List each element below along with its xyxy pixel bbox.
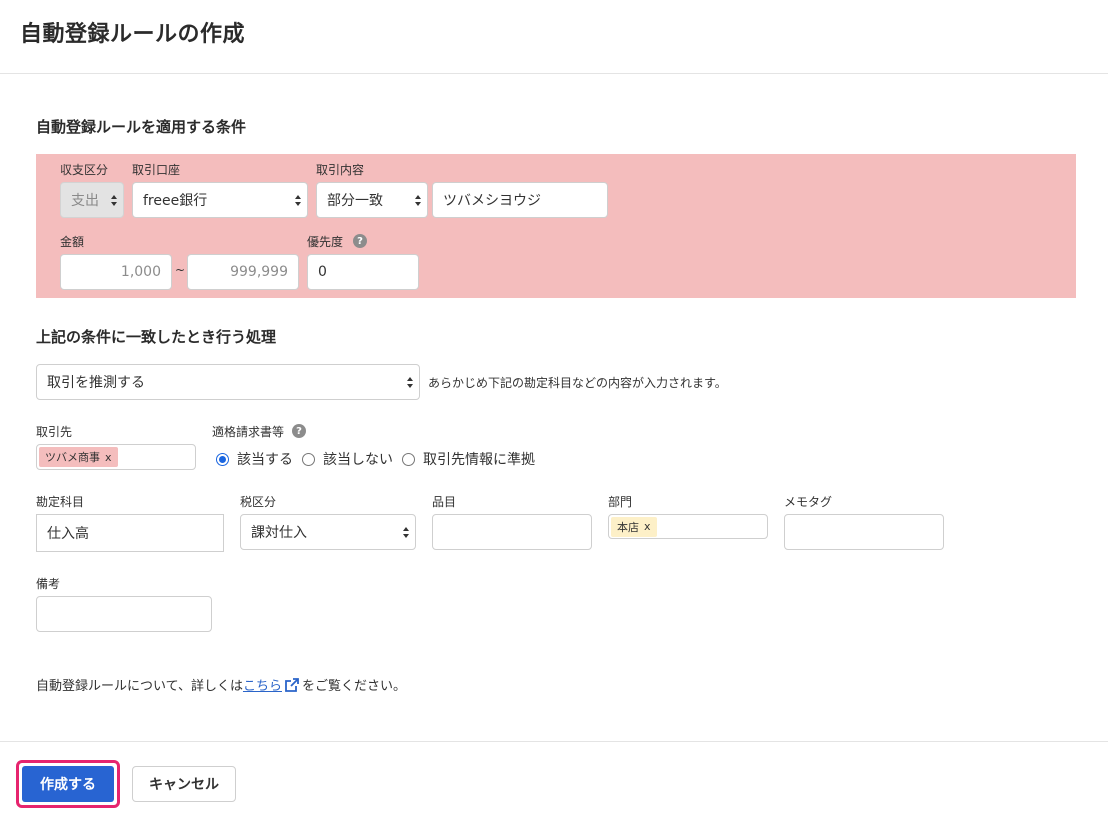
section-tag-remove[interactable]: x xyxy=(644,520,651,533)
invoice-option-partner-info[interactable]: 取引先情報に準拠 xyxy=(402,449,535,469)
partner-input[interactable]: ツバメ商事 x xyxy=(36,444,196,470)
radio-checked-icon[interactable] xyxy=(216,452,229,466)
match-type-select[interactable]: 部分一致 xyxy=(316,182,428,218)
amount-max-input[interactable]: 999,999 xyxy=(187,254,299,290)
income-type-select: 支出 xyxy=(60,182,124,218)
account-item-value: 仕入高 xyxy=(47,526,89,542)
tax-select[interactable]: 課対仕入 xyxy=(240,514,416,550)
conditions-section-title: 自動登録ルールを適用する条件 xyxy=(36,118,247,136)
radio-icon[interactable] xyxy=(302,452,315,466)
account-item-label: 勘定科目 xyxy=(36,495,85,509)
invoice-option-not-applicable[interactable]: 該当しない xyxy=(302,449,393,469)
cancel-button[interactable]: キャンセル xyxy=(132,766,236,802)
memo-tag-label: メモタグ xyxy=(784,495,833,509)
amount-min-value: 1,000 xyxy=(120,264,161,280)
process-value: 取引を推測する xyxy=(47,375,145,391)
section-input[interactable]: 本店 x xyxy=(608,514,768,539)
invoice-option-label: 該当しない xyxy=(323,452,393,468)
footer-divider xyxy=(0,741,1108,742)
section-tag: 本店 x xyxy=(611,516,657,537)
help-info: 自動登録ルールについて、詳しくは こちら をご覧ください。 xyxy=(36,675,406,694)
invoice-help-icon[interactable]: ? xyxy=(292,424,306,438)
section-label: 部門 xyxy=(608,495,633,509)
amount-separator: ~ xyxy=(175,263,186,277)
priority-value: 0 xyxy=(318,264,327,280)
radio-icon[interactable] xyxy=(402,452,415,466)
description-label: 取引内容 xyxy=(316,163,365,177)
tax-label: 税区分 xyxy=(240,495,277,509)
partner-tag: ツバメ商事 x xyxy=(39,447,118,467)
account-item-input[interactable]: 仕入高 xyxy=(36,514,224,552)
account-value: freee銀行 xyxy=(143,193,208,209)
help-link[interactable]: こちら xyxy=(243,675,282,694)
process-select[interactable]: 取引を推測する xyxy=(36,364,420,400)
tax-value: 課対仕入 xyxy=(251,525,307,541)
create-button-highlight: 作成する xyxy=(16,760,120,808)
help-info-prefix: 自動登録ルールについて、詳しくは xyxy=(36,679,243,694)
conditions-panel: 収支区分 支出 取引口座 freee銀行 取引内容 部分一致 ツバメシヨウジ 金… xyxy=(36,154,1076,298)
priority-label: 優先度 xyxy=(307,235,344,249)
priority-input[interactable]: 0 xyxy=(307,254,419,290)
action-section-title: 上記の条件に一致したとき行う処理 xyxy=(36,328,277,346)
invoice-radio-group: 該当する 該当しない 取引先情報に準拠 xyxy=(216,449,544,469)
item-label: 品目 xyxy=(432,495,457,509)
create-button[interactable]: 作成する xyxy=(22,766,114,802)
section-tag-label: 本店 xyxy=(617,520,639,534)
header-divider xyxy=(0,73,1108,74)
partner-tag-remove[interactable]: x xyxy=(105,451,112,464)
invoice-label: 適格請求書等 xyxy=(212,425,285,439)
account-label: 取引口座 xyxy=(132,163,181,177)
invoice-option-label: 該当する xyxy=(237,452,293,468)
item-input[interactable] xyxy=(432,514,592,550)
income-type-label: 収支区分 xyxy=(60,163,109,177)
note-input[interactable] xyxy=(36,596,212,632)
account-select[interactable]: freee銀行 xyxy=(132,182,308,218)
invoice-option-applicable[interactable]: 該当する xyxy=(216,449,293,469)
memo-tag-input[interactable] xyxy=(784,514,944,550)
amount-label: 金額 xyxy=(60,235,85,249)
partner-tag-label: ツバメ商事 xyxy=(45,451,100,464)
description-input[interactable]: ツバメシヨウジ xyxy=(432,182,608,218)
note-label: 備考 xyxy=(36,577,61,591)
amount-max-value: 999,999 xyxy=(230,264,288,280)
external-link-icon[interactable] xyxy=(284,677,300,693)
description-value: ツバメシヨウジ xyxy=(443,193,541,209)
priority-help-icon[interactable]: ? xyxy=(353,234,367,248)
page-title: 自動登録ルールの作成 xyxy=(20,22,246,47)
match-type-value: 部分一致 xyxy=(327,193,383,209)
process-hint: あらかじめ下記の勘定科目などの内容が入力されます。 xyxy=(428,376,727,390)
help-info-suffix: をご覧ください。 xyxy=(301,679,406,694)
income-type-value: 支出 xyxy=(71,193,99,209)
invoice-option-label: 取引先情報に準拠 xyxy=(423,452,535,468)
partner-label: 取引先 xyxy=(36,425,73,439)
amount-min-input[interactable]: 1,000 xyxy=(60,254,172,290)
